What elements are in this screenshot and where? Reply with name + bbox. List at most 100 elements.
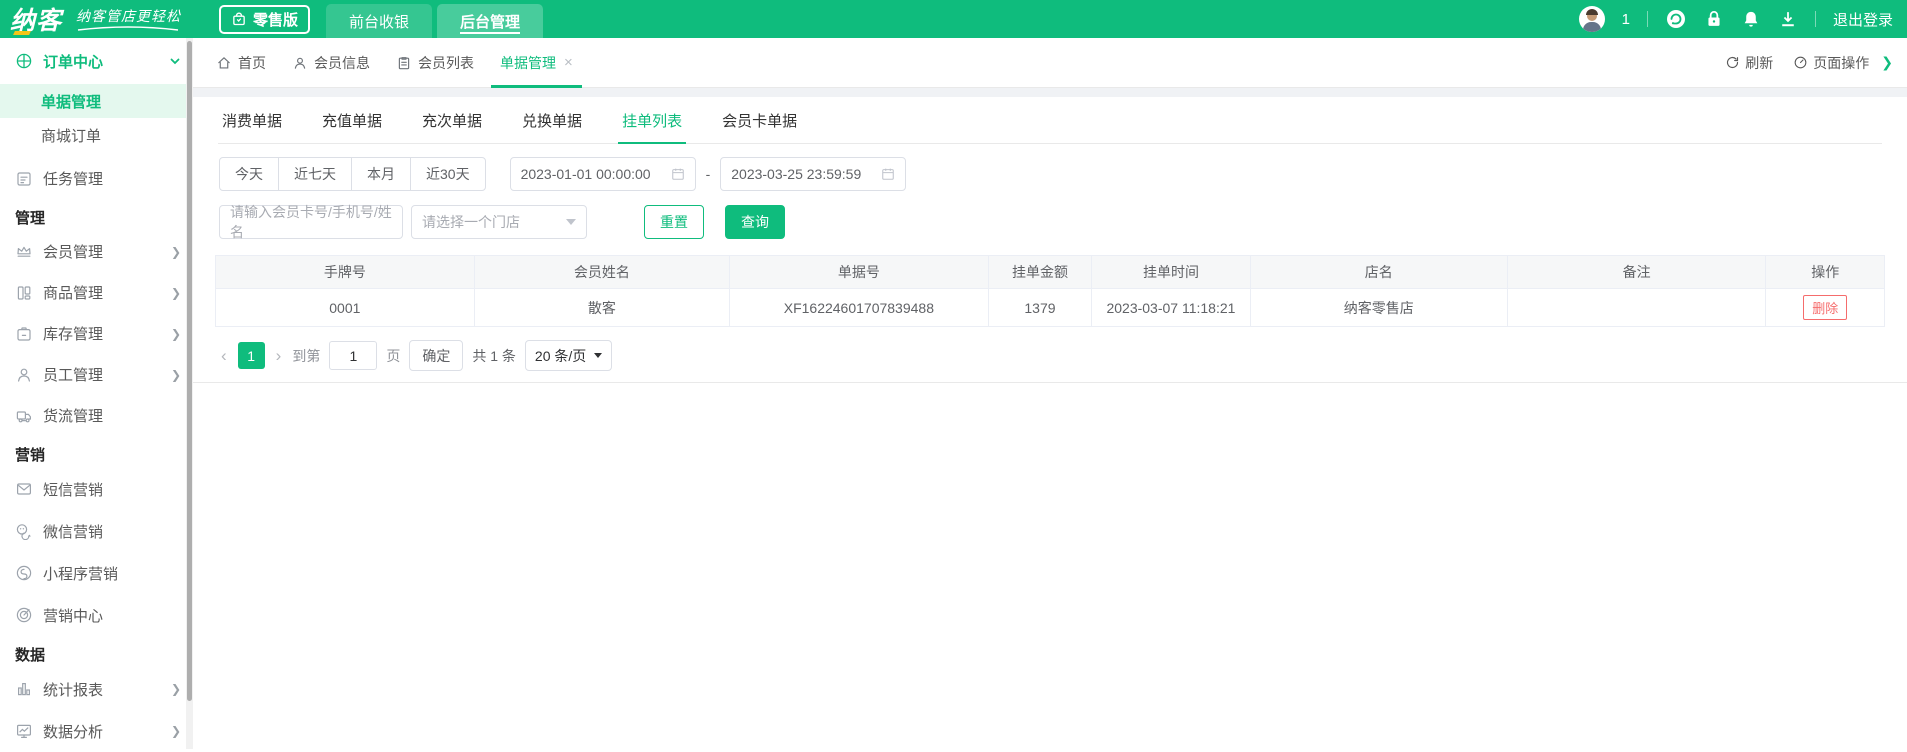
column-header-hand-no: 手牌号 (215, 255, 475, 289)
cell-store: 纳客零售店 (1249, 288, 1508, 327)
nav-tab-backend[interactable]: 后台管理 (437, 4, 544, 38)
sidebar-item-task-management[interactable]: 任务管理 (0, 158, 193, 199)
crumb-tab-member-list[interactable]: 会员列表 (383, 38, 487, 87)
sidebar-section-label: 营销 (15, 447, 46, 464)
crumb-tab-document-management[interactable]: 单据管理 × (487, 38, 586, 88)
sidebar-item-logistics-management[interactable]: 货流管理 (0, 395, 193, 436)
user-count: 1 (1621, 10, 1630, 28)
document-tabs: 消费单据 充值单据 充次单据 兑换单据 挂单列表 会员卡单据 (218, 97, 1882, 144)
crumb-tab-home[interactable]: 首页 (203, 38, 279, 87)
sidebar-item-data-analysis[interactable]: 数据分析 ❯ (0, 710, 193, 752)
prev-page-icon[interactable]: ‹ (219, 346, 229, 366)
page-number-button[interactable]: 1 (237, 342, 265, 369)
quick-range-today[interactable]: 今天 (219, 157, 279, 191)
sidebar-item-product-management[interactable]: 商品管理 ❯ (0, 272, 193, 313)
tab-exchange-orders[interactable]: 兑换单据 (518, 97, 586, 143)
crumb-tab-member-info[interactable]: 会员信息 (279, 38, 383, 87)
tab-hold-orders[interactable]: 挂单列表 (618, 97, 687, 144)
sidebar-item-label: 数据分析 (43, 723, 104, 741)
refresh-button[interactable]: 刷新 (1715, 38, 1783, 87)
logout-button[interactable]: 退出登录 (1833, 9, 1893, 30)
quick-range-last7days[interactable]: 近七天 (278, 157, 352, 191)
sidebar-item-label: 任务管理 (43, 171, 104, 188)
search-label: 查询 (741, 214, 769, 230)
close-icon[interactable]: × (564, 54, 573, 71)
nav-tab-cashier[interactable]: 前台收银 (326, 4, 433, 38)
hold-orders-table: 手牌号 会员姓名 单据号 挂单金额 挂单时间 店名 备注 操作 0001 散客 … (215, 255, 1885, 327)
next-page-icon[interactable]: › (274, 346, 284, 366)
sidebar-item-wechat-marketing[interactable]: 微信营销 (0, 510, 193, 552)
sidebar-item-statistics-reports[interactable]: 统计报表 ❯ (0, 668, 193, 710)
date-from-input[interactable]: 2023-01-01 00:00:00 (509, 157, 696, 191)
page-operations-icon (1794, 56, 1807, 69)
column-header-member-name: 会员姓名 (473, 255, 731, 289)
order-center-icon (16, 53, 32, 69)
page-operations-label: 页面操作 (1813, 54, 1870, 71)
tab-label: 兑换单据 (522, 113, 583, 130)
sidebar-item-label: 员工管理 (43, 367, 104, 384)
support-icon[interactable] (1665, 8, 1687, 30)
topbar-right: 1 退出登录 (1578, 6, 1893, 32)
tab-consume-orders[interactable]: 消费单据 (218, 97, 286, 143)
chevron-right-icon: ❯ (170, 244, 181, 259)
main-content: 首页 会员信息 会员列表 单据管理 × 刷新 页面操作 ❯ 消费单据 充值单据 … (193, 38, 1907, 749)
sidebar-item-member-management[interactable]: 会员管理 ❯ (0, 231, 193, 272)
avatar[interactable] (1578, 6, 1605, 32)
member-search-input[interactable]: 请输入会员卡号/手机号/姓名 (219, 204, 403, 240)
shopping-bag-icon (233, 12, 245, 26)
panel-expand-chevron-icon[interactable]: ❯ (1879, 38, 1893, 87)
column-header-time: 挂单时间 (1091, 255, 1251, 289)
sidebar-item-label: 商品管理 (43, 285, 104, 302)
line-chart-icon (16, 724, 32, 738)
goto-page-suffix: 页 (386, 347, 401, 364)
crumb-tab-label: 单据管理 (500, 54, 556, 71)
goto-confirm-button[interactable]: 确定 (409, 340, 464, 371)
tab-label: 会员卡单据 (722, 113, 798, 130)
page-operations-button[interactable]: 页面操作 (1783, 38, 1879, 87)
sidebar-item-document-management[interactable]: 单据管理 (0, 84, 193, 118)
sidebar-scrollbar-thumb[interactable] (187, 41, 192, 701)
sidebar-item-sms-marketing[interactable]: 短信营销 (0, 468, 193, 510)
reset-button[interactable]: 重置 (644, 205, 704, 239)
miniprogram-icon (16, 565, 32, 581)
search-button[interactable]: 查询 (725, 205, 785, 239)
sidebar-item-staff-management[interactable]: 员工管理 ❯ (0, 354, 193, 395)
delete-button[interactable]: 删除 (1803, 295, 1848, 320)
sidebar-section-label: 数据 (15, 647, 46, 664)
tagline: 纳客管店更轻松 (76, 6, 181, 32)
chevron-right-icon: ❯ (170, 367, 181, 382)
date-range-separator: - (705, 166, 711, 182)
sidebar-section-label: 管理 (15, 210, 46, 227)
logo: 纳客 (10, 1, 62, 37)
date-filter-row: 今天 近七天 本月 近30天 2023-01-01 00:00:00 - 202… (219, 157, 1907, 191)
table-row: 0001 散客 XF16224601707839488 1379 2023-03… (215, 288, 1885, 327)
sidebar-item-miniprogram-marketing[interactable]: 小程序营销 (0, 552, 193, 594)
member-search-placeholder: 请输入会员卡号/手机号/姓名 (230, 204, 392, 240)
sidebar-item-label: 微信营销 (43, 523, 104, 541)
chevron-right-icon: ❯ (170, 326, 181, 341)
sidebar-item-order-center[interactable]: 订单中心 (0, 38, 193, 84)
sidebar-item-marketing-center[interactable]: 营销中心 (0, 594, 193, 636)
breadcrumb-tab-bar: 首页 会员信息 会员列表 单据管理 × 刷新 页面操作 ❯ (193, 38, 1907, 88)
crown-icon (17, 246, 31, 257)
sidebar-item-inventory-management[interactable]: 库存管理 ❯ (0, 313, 193, 354)
sidebar-item-label: 库存管理 (43, 326, 104, 343)
tab-recharge-orders[interactable]: 充值单据 (318, 97, 386, 143)
goto-page-input[interactable]: 1 (329, 341, 378, 370)
tab-member-card-orders[interactable]: 会员卡单据 (718, 97, 801, 143)
quick-range-this-month[interactable]: 本月 (351, 157, 411, 191)
bell-icon[interactable] (1741, 9, 1761, 29)
sidebar-item-mall-orders[interactable]: 商城订单 (0, 118, 193, 152)
quick-range-last30days[interactable]: 近30天 (410, 157, 486, 191)
sidebar-scrollbar[interactable] (186, 38, 193, 749)
tab-times-orders[interactable]: 充次单据 (418, 97, 486, 143)
product-icon (17, 285, 31, 300)
store-select[interactable]: 请选择一个门店 (411, 205, 587, 239)
total-count: 共 1 条 (472, 347, 516, 364)
quick-range-label: 本月 (367, 166, 395, 182)
download-icon[interactable] (1778, 9, 1798, 29)
page-size-select[interactable]: 20 条/页 (524, 340, 613, 371)
lock-icon[interactable] (1704, 9, 1724, 29)
date-to-input[interactable]: 2023-03-25 23:59:59 (720, 157, 907, 191)
column-header-amount: 挂单金额 (987, 255, 1093, 289)
